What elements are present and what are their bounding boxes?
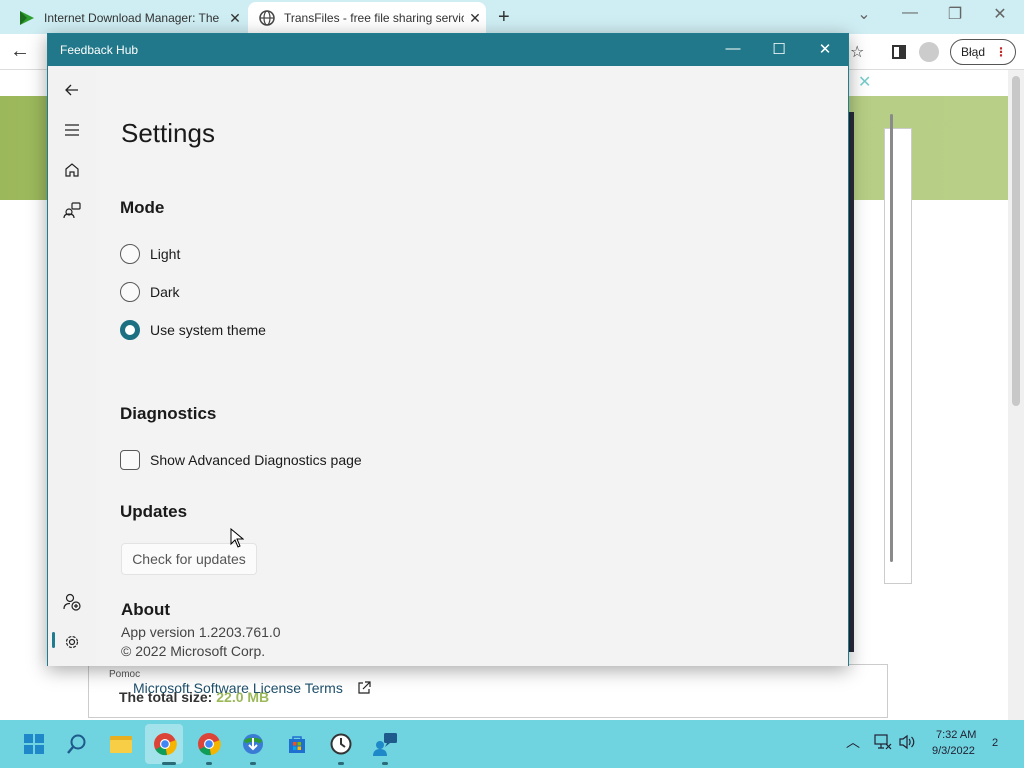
- profile-error-label: Błąd: [961, 45, 986, 59]
- profile-error-button[interactable]: Błąd ⋮: [950, 39, 1016, 65]
- minimize-icon[interactable]: —: [718, 40, 748, 57]
- idm-icon: [20, 11, 34, 25]
- selected-indicator: [52, 632, 55, 648]
- checkbox-label: Show Advanced Diagnostics page: [150, 452, 362, 468]
- browser-tab-idm[interactable]: Internet Download Manager: The ✕: [8, 2, 246, 34]
- title-bar: Feedback Hub — ☐ ✕: [48, 34, 848, 66]
- browser-tab-strip: Internet Download Manager: The ✕ TransFi…: [0, 0, 1024, 34]
- restore-icon[interactable]: ❐: [941, 4, 969, 24]
- running-app-indicator: [382, 762, 388, 765]
- close-icon[interactable]: ✕: [464, 10, 486, 27]
- chevron-up-icon[interactable]: ︿: [846, 732, 860, 752]
- browser-tab-title: TransFiles - free file sharing servic: [284, 11, 464, 25]
- network-icon[interactable]: [874, 734, 892, 755]
- side-panel-icon[interactable]: [892, 45, 906, 59]
- mode-option-light[interactable]: Light: [120, 243, 180, 265]
- mouse-cursor-icon: [230, 528, 244, 548]
- close-icon[interactable]: ✕: [986, 4, 1014, 24]
- notification-count-badge[interactable]: 2: [992, 737, 998, 749]
- mode-heading: Mode: [120, 198, 165, 217]
- license-terms-label: Microsoft Software License Terms: [133, 680, 343, 696]
- feedback-hub-icon[interactable]: [371, 730, 399, 758]
- search-icon[interactable]: [63, 730, 91, 758]
- idm-icon[interactable]: [239, 730, 267, 758]
- clock-date[interactable]: 9/3/2022: [932, 745, 975, 757]
- back-arrow-icon[interactable]: ←: [10, 40, 30, 63]
- back-arrow-icon[interactable]: [60, 78, 84, 102]
- home-icon[interactable]: [60, 158, 84, 182]
- minimize-icon[interactable]: —: [896, 4, 924, 22]
- chevron-down-icon[interactable]: ⌄: [850, 4, 878, 24]
- window-title: Feedback Hub: [60, 43, 139, 57]
- feedback-icon[interactable]: [60, 198, 84, 222]
- copyright: © 2022 Microsoft Corp.: [121, 643, 266, 659]
- mode-option-label: Use system theme: [150, 322, 266, 338]
- microsoft-store-icon[interactable]: [283, 730, 311, 758]
- settings-page: Settings Mode Light Dark Use system them…: [96, 66, 893, 696]
- running-app-indicator: [206, 762, 212, 765]
- add-user-icon[interactable]: [60, 590, 84, 614]
- mode-option-label: Dark: [150, 284, 180, 300]
- clock-app-icon[interactable]: [327, 730, 355, 758]
- mode-option-dark[interactable]: Dark: [120, 281, 180, 303]
- clock-time[interactable]: 7:32 AM: [936, 729, 976, 741]
- chrome-icon[interactable]: [151, 730, 179, 758]
- windows-start-icon[interactable]: [20, 730, 48, 758]
- mode-option-label: Light: [150, 246, 181, 262]
- help-link[interactable]: Pomoc: [109, 669, 140, 680]
- close-icon[interactable]: ✕: [858, 72, 871, 92]
- browser-tab-title: Internet Download Manager: The: [44, 11, 220, 25]
- diagnostics-heading: Diagnostics: [120, 404, 217, 423]
- active-app-indicator: [162, 762, 176, 765]
- page-title: Settings: [121, 118, 215, 148]
- advanced-diagnostics-option[interactable]: Show Advanced Diagnostics page: [120, 449, 362, 471]
- feedback-hub-window: Feedback Hub — ☐ ✕ Settings Mode Light D…: [47, 33, 893, 696]
- page-card: [884, 128, 912, 584]
- running-app-indicator: [250, 762, 256, 765]
- checkbox[interactable]: [120, 450, 140, 470]
- license-terms-link[interactable]: Microsoft Software License Terms: [133, 680, 371, 696]
- chrome-icon[interactable]: [195, 730, 223, 758]
- running-app-indicator: [338, 762, 344, 765]
- volume-icon[interactable]: [898, 734, 916, 755]
- mode-option-system[interactable]: Use system theme: [120, 319, 266, 341]
- menu-dots-icon: ⋮: [995, 45, 1007, 59]
- avatar[interactable]: [919, 42, 939, 62]
- hamburger-menu-icon[interactable]: [60, 118, 84, 142]
- external-link-icon: [357, 681, 371, 695]
- close-icon[interactable]: ✕: [810, 40, 840, 58]
- settings-scrollbar[interactable]: [890, 114, 893, 562]
- file-explorer-icon[interactable]: [107, 730, 135, 758]
- radio-button[interactable]: [120, 282, 140, 302]
- browser-tab-transfiles[interactable]: TransFiles - free file sharing servic ✕: [248, 2, 486, 34]
- globe-icon: [259, 10, 275, 26]
- maximize-icon[interactable]: ☐: [764, 40, 794, 58]
- bookmark-star-icon[interactable]: ☆: [850, 42, 864, 62]
- taskbar: ︿ 7:32 AM 9/3/2022 2: [0, 720, 1024, 768]
- navigation-rail: [48, 66, 96, 666]
- page-scrollbar[interactable]: [1008, 70, 1024, 720]
- updates-heading: Updates: [120, 502, 188, 521]
- radio-button-selected[interactable]: [120, 320, 140, 340]
- settings-gear-icon[interactable]: [60, 630, 84, 654]
- radio-button[interactable]: [120, 244, 140, 264]
- close-icon[interactable]: ✕: [224, 10, 246, 27]
- scrollbar-thumb[interactable]: [1012, 76, 1020, 406]
- about-heading: About: [121, 600, 171, 619]
- app-version: App version 1.2203.761.0: [121, 624, 281, 640]
- new-tab-button[interactable]: +: [498, 6, 510, 29]
